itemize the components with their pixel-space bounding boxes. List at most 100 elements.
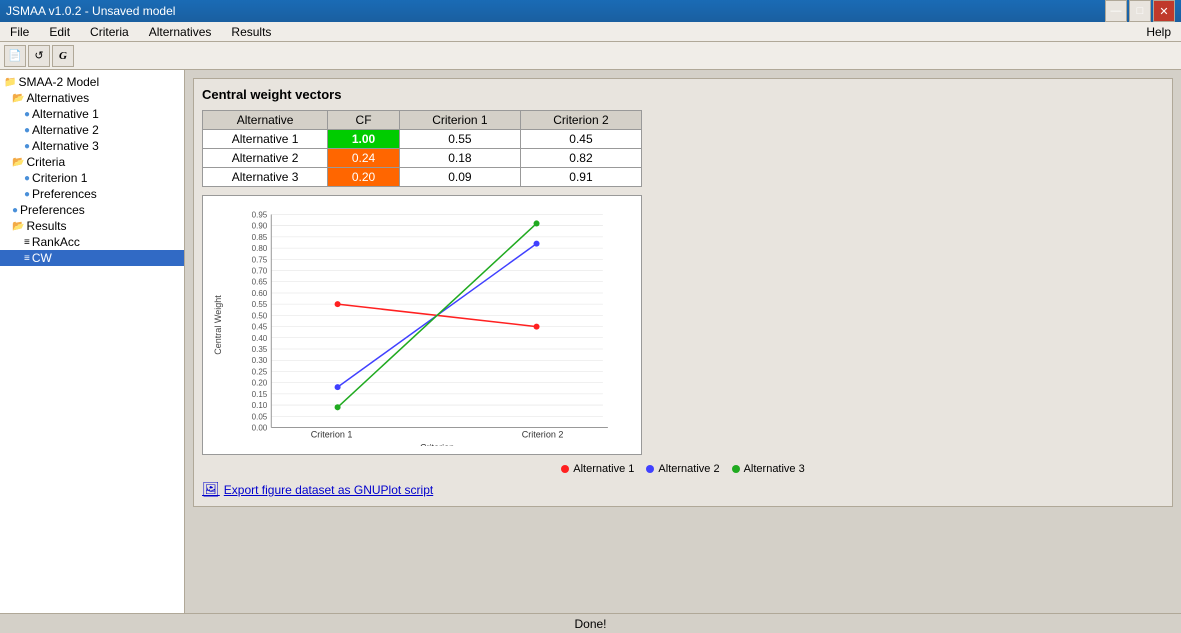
sidebar-item-preferences[interactable]: ● Preferences [0,202,184,218]
sidebar-preferences-label: Preferences [20,203,85,217]
legend-item-alt1: Alternative 1 [561,463,634,475]
svg-text:0.45: 0.45 [252,323,268,332]
preferences-icon: ● [12,205,18,216]
cell-c2-1: 0.82 [520,149,641,168]
cell-alt-2: Alternative 3 [203,168,328,187]
svg-text:0.75: 0.75 [252,255,268,264]
crit2-icon: ● [24,189,30,200]
cell-c2-0: 0.45 [520,130,641,149]
crit1-icon: ● [24,173,30,184]
export-link[interactable]: 🖼 Export figure dataset as GNUPlot scrip… [202,481,1164,498]
cell-c1-2: 0.09 [399,168,520,187]
cell-c1-0: 0.55 [399,130,520,149]
sidebar-cw-label: CW [32,251,52,265]
y-axis-label: Central Weight [213,295,223,355]
maximize-button[interactable]: □ [1129,0,1151,22]
svg-text:0.15: 0.15 [252,390,268,399]
svg-text:0.70: 0.70 [252,267,268,276]
rankacc-icon: ≡ [24,237,30,248]
table-row: Alternative 3 0.20 0.09 0.91 [203,168,642,187]
menu-criteria[interactable]: Criteria [84,23,135,41]
sidebar-item-root[interactable]: 📁 SMAA-2 Model [0,74,184,90]
sidebar-root-label: SMAA-2 Model [18,75,99,89]
svg-text:0.35: 0.35 [252,345,268,354]
refresh-button[interactable]: ↺ [28,45,50,67]
sidebar-criteria-label: Criteria [26,155,65,169]
alt3-icon: ● [24,141,30,152]
export-label: Export figure dataset as GNUPlot script [224,483,433,497]
table-row: Alternative 1 1.00 0.55 0.45 [203,130,642,149]
sidebar-item-alt1[interactable]: ● Alternative 1 [0,106,184,122]
chart-container: Central Weight 0.000.050.100.150.200.250… [202,195,642,455]
col-header-cf: CF [328,111,400,130]
window-controls: — □ ✕ [1105,0,1175,22]
sidebar-results-label: Results [26,219,66,233]
sidebar-item-results[interactable]: 📂 Results [0,218,184,234]
main-layout: 📁 SMAA-2 Model 📂 Alternatives ● Alternat… [0,70,1181,613]
menu-edit[interactable]: Edit [43,23,76,41]
svg-text:0.85: 0.85 [252,233,268,242]
legend-label-alt3: Alternative 3 [744,463,805,475]
col-header-c1: Criterion 1 [399,111,520,130]
sidebar-item-rankacc[interactable]: ≡ RankAcc [0,234,184,250]
sidebar-item-criteria[interactable]: 📂 Criteria [0,154,184,170]
svg-text:0.40: 0.40 [252,334,268,343]
svg-text:0.50: 0.50 [252,311,268,320]
cell-alt-1: Alternative 2 [203,149,328,168]
sidebar-item-alternatives[interactable]: 📂 Alternatives [0,90,184,106]
sidebar-item-alt3[interactable]: ● Alternative 3 [0,138,184,154]
data-table: Alternative CF Criterion 1 Criterion 2 A… [202,110,642,187]
menu-help[interactable]: Help [1140,23,1177,41]
menu-bar: File Edit Criteria Alternatives Results … [0,22,1181,42]
cell-c2-2: 0.91 [520,168,641,187]
close-button[interactable]: ✕ [1153,0,1175,22]
cell-cf-2: 0.20 [328,168,400,187]
cell-cf-0: 1.00 [328,130,400,149]
sidebar-alt1-label: Alternative 1 [32,107,99,121]
new-button[interactable]: 📄 [4,45,26,67]
app-title: JSMAA v1.0.2 - Unsaved model [6,4,175,18]
menu-alternatives[interactable]: Alternatives [143,23,218,41]
alternatives-folder-icon: 📂 [12,93,24,104]
col-header-c2: Criterion 2 [520,111,641,130]
svg-text:0.80: 0.80 [252,244,268,253]
export-icon: 🖼 [202,481,220,498]
svg-text:0.10: 0.10 [252,401,268,410]
menu-results[interactable]: Results [225,23,277,41]
legend-dot-alt1 [561,465,569,473]
sidebar-alt3-label: Alternative 3 [32,139,99,153]
sidebar-item-cw[interactable]: ≡ CW [0,250,184,266]
table-row: Alternative 2 0.24 0.18 0.82 [203,149,642,168]
cw-icon: ≡ [24,253,30,264]
sidebar: 📁 SMAA-2 Model 📂 Alternatives ● Alternat… [0,70,185,613]
svg-text:0.60: 0.60 [252,289,268,298]
sidebar-item-alt2[interactable]: ● Alternative 2 [0,122,184,138]
minimize-button[interactable]: — [1105,0,1127,22]
alt1-icon: ● [24,109,30,120]
root-folder-icon: 📁 [4,77,16,88]
legend-label-alt1: Alternative 1 [573,463,634,475]
legend-dot-alt2 [646,465,654,473]
legend-item-alt3: Alternative 3 [732,463,805,475]
col-header-alt: Alternative [203,111,328,130]
sidebar-alternatives-label: Alternatives [26,91,89,105]
svg-text:0.25: 0.25 [252,367,268,376]
content-area: Central weight vectors Alternative CF Cr… [185,70,1181,613]
go-button[interactable]: G [52,45,74,67]
svg-text:0.30: 0.30 [252,356,268,365]
panel-title: Central weight vectors [202,87,1164,102]
sidebar-item-crit2[interactable]: ● Preferences [0,186,184,202]
legend-dot-alt3 [732,465,740,473]
results-folder-icon: 📂 [12,221,24,232]
menu-file[interactable]: File [4,23,35,41]
cell-alt-0: Alternative 1 [203,130,328,149]
x-label-c1: Criterion 1 [311,430,353,440]
sidebar-item-crit1[interactable]: ● Criterion 1 [0,170,184,186]
x-axis-label: Criterion [420,443,454,446]
status-bar: Done! [0,613,1181,633]
x-label-c2: Criterion 2 [522,430,564,440]
y-axis-lines: 0.000.050.100.150.200.250.300.350.400.45… [252,210,603,432]
svg-text:0.55: 0.55 [252,300,268,309]
criteria-folder-icon: 📂 [12,157,24,168]
svg-text:0.05: 0.05 [252,412,268,421]
